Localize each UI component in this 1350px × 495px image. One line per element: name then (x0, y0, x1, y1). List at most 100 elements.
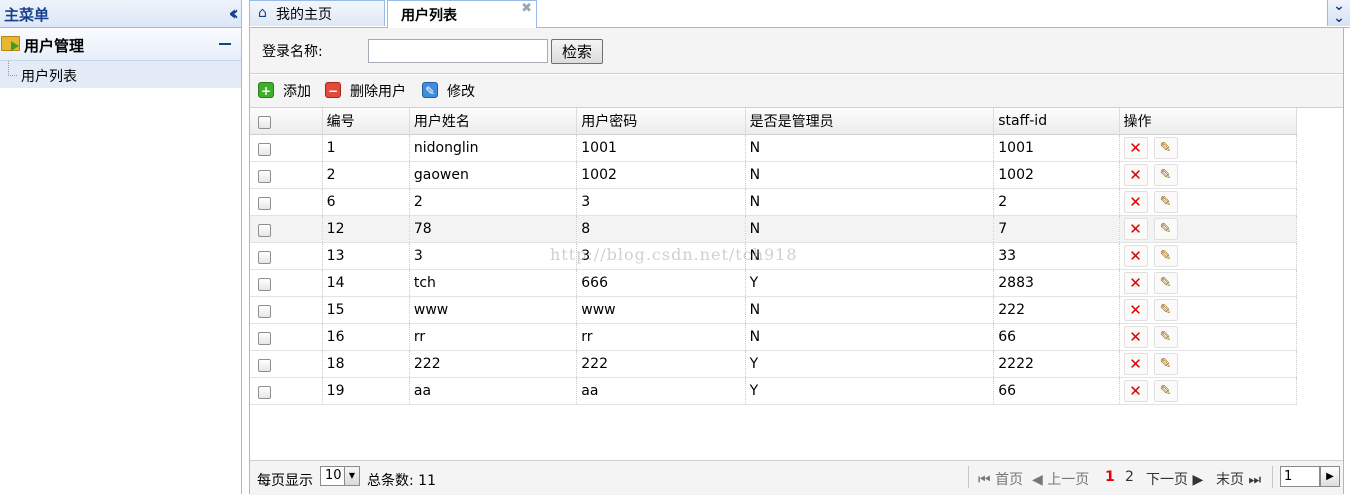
row-select-cell (250, 134, 323, 162)
row-edit-button[interactable]: ✎ (1153, 245, 1178, 267)
go-arrow-icon[interactable]: ▶ (1320, 466, 1340, 487)
row-checkbox[interactable] (258, 197, 271, 210)
column-header[interactable]: staff-id (993, 108, 1120, 135)
login-name-label: 登录名称: (262, 44, 323, 60)
table-row[interactable]: 6 2 3 N 2 ✕ ✎ (250, 188, 1298, 216)
row-checkbox[interactable] (258, 143, 271, 156)
first-page-link[interactable]: ⏮ 首页 (978, 469, 1023, 489)
table-cell: 222 (576, 350, 746, 378)
table-row[interactable]: 15 www www N 222 ✕ ✎ (250, 296, 1298, 324)
add-button[interactable]: + 添加 (258, 81, 318, 101)
table-row[interactable]: 16 rr rr N 66 ✕ ✎ (250, 323, 1298, 351)
pager-separator (1272, 466, 1273, 488)
tab-home[interactable]: ⌂ 我的主页 (249, 0, 385, 26)
row-delete-button[interactable]: ✕ (1123, 191, 1148, 213)
table-cell: www (576, 296, 746, 324)
delete-x-icon: ✕ (1129, 139, 1142, 157)
search-button[interactable]: 检索 (551, 39, 603, 64)
table-cell: N (745, 161, 995, 189)
table-row[interactable]: 13 3 3 N 33 ✕ ✎ (250, 242, 1298, 270)
table-cell: 3 (576, 242, 746, 270)
column-header[interactable]: 是否是管理员 (745, 108, 995, 135)
pencil-icon: ✎ (1159, 194, 1172, 210)
select-all-checkbox[interactable] (258, 116, 271, 129)
table-row[interactable]: 18 222 222 Y 2222 ✕ ✎ (250, 350, 1298, 378)
table-row[interactable]: 19 aa aa Y 66 ✕ ✎ (250, 377, 1298, 405)
page-link-1[interactable]: 1 (1105, 469, 1115, 485)
row-edit-button[interactable]: ✎ (1153, 137, 1178, 159)
close-icon[interactable]: ✖ (521, 1, 532, 16)
table-row[interactable]: 1 nidonglin 1001 N 1001 ✕ ✎ (250, 134, 1298, 162)
delete-x-icon: ✕ (1129, 193, 1142, 211)
tab-user-list[interactable]: 用户列表 ✖ (387, 0, 537, 28)
column-header[interactable]: 用户密码 (576, 108, 746, 135)
table-cell: 1002 (576, 161, 746, 189)
first-page-icon: ⏮ (978, 472, 991, 488)
row-delete-button[interactable]: ✕ (1123, 245, 1148, 267)
row-edit-button[interactable]: ✎ (1153, 218, 1178, 240)
delete-x-icon: ✕ (1129, 355, 1142, 373)
row-delete-button[interactable]: ✕ (1123, 380, 1148, 402)
row-delete-button[interactable]: ✕ (1123, 326, 1148, 348)
row-delete-button[interactable]: ✕ (1123, 137, 1148, 159)
last-page-link[interactable]: 末页 ⏭ (1216, 469, 1261, 489)
last-page-icon: ⏭ (1248, 472, 1262, 488)
table-cell: Y (745, 269, 995, 297)
row-edit-button[interactable]: ✎ (1153, 353, 1178, 375)
row-edit-button[interactable]: ✎ (1153, 326, 1178, 348)
row-checkbox[interactable] (258, 359, 271, 372)
row-edit-button[interactable]: ✎ (1153, 380, 1178, 402)
table-row[interactable]: 2 gaowen 1002 N 1002 ✕ ✎ (250, 161, 1298, 189)
page-link-2[interactable]: 2 (1125, 469, 1134, 485)
row-checkbox[interactable] (258, 386, 271, 399)
row-checkbox[interactable] (258, 332, 271, 345)
delete-x-icon: ✕ (1129, 328, 1142, 346)
row-select-cell (250, 377, 323, 405)
login-name-input[interactable] (368, 39, 548, 63)
first-page-label: 首页 (995, 472, 1024, 488)
table-cell: nidonglin (409, 134, 578, 162)
row-edit-button[interactable]: ✎ (1153, 299, 1178, 321)
edit-button[interactable]: ✎ 修改 (422, 81, 487, 101)
row-delete-button[interactable]: ✕ (1123, 353, 1148, 375)
pencil-icon: ✎ (1159, 140, 1172, 156)
row-checkbox[interactable] (258, 278, 271, 291)
sidebar-group-user-management[interactable]: 用户管理 (0, 28, 241, 61)
table-cell: 3 (409, 242, 578, 270)
table-row[interactable]: 12 78 8 N 7 ✕ ✎ (250, 215, 1298, 243)
row-checkbox[interactable] (258, 251, 271, 264)
next-page-link[interactable]: 下一页 ▶ (1146, 469, 1203, 489)
row-checkbox[interactable] (258, 305, 271, 318)
next-page-label: 下一页 (1146, 472, 1188, 488)
collapse-minus-icon[interactable] (219, 43, 231, 45)
row-actions-cell: ✕ ✎ (1119, 269, 1298, 297)
column-header[interactable]: 用户姓名 (409, 108, 578, 135)
table-cell: 66 (993, 377, 1120, 405)
row-delete-button[interactable]: ✕ (1123, 272, 1148, 294)
double-chevron-left-icon[interactable]: ‹‹ (229, 2, 240, 24)
double-chevron-down-icon[interactable]: ⌄ ⌄ (1327, 0, 1350, 26)
row-checkbox[interactable] (258, 224, 271, 237)
row-select-cell (250, 269, 323, 297)
sidebar-title: 主菜单 (4, 6, 50, 24)
page-size-select[interactable]: 10 ▼ (320, 466, 360, 486)
row-delete-button[interactable]: ✕ (1123, 218, 1148, 240)
table-row[interactable]: 14 tch 666 Y 2883 ✕ ✎ (250, 269, 1298, 297)
prev-page-link[interactable]: ◀ 上一页 (1032, 469, 1089, 489)
page-jump-input[interactable] (1280, 466, 1320, 487)
sidebar-item-user-list[interactable]: 用户列表 (0, 61, 241, 88)
row-edit-button[interactable]: ✎ (1153, 191, 1178, 213)
column-header[interactable]: 编号 (322, 108, 410, 135)
row-edit-button[interactable]: ✎ (1153, 164, 1178, 186)
row-delete-button[interactable]: ✕ (1123, 164, 1148, 186)
table-header-row: 编号 用户姓名 用户密码 是否是管理员 staff-id 操作 (250, 108, 1298, 135)
row-delete-button[interactable]: ✕ (1123, 299, 1148, 321)
delete-x-icon: ✕ (1129, 274, 1142, 292)
row-checkbox[interactable] (258, 170, 271, 183)
table-cell: 6 (322, 188, 410, 216)
table-cell: N (745, 215, 995, 243)
delete-x-icon: ✕ (1129, 247, 1142, 265)
row-edit-button[interactable]: ✎ (1153, 272, 1178, 294)
pencil-icon: ✎ (1159, 356, 1172, 372)
delete-user-button[interactable]: − 删除用户 (325, 81, 420, 101)
